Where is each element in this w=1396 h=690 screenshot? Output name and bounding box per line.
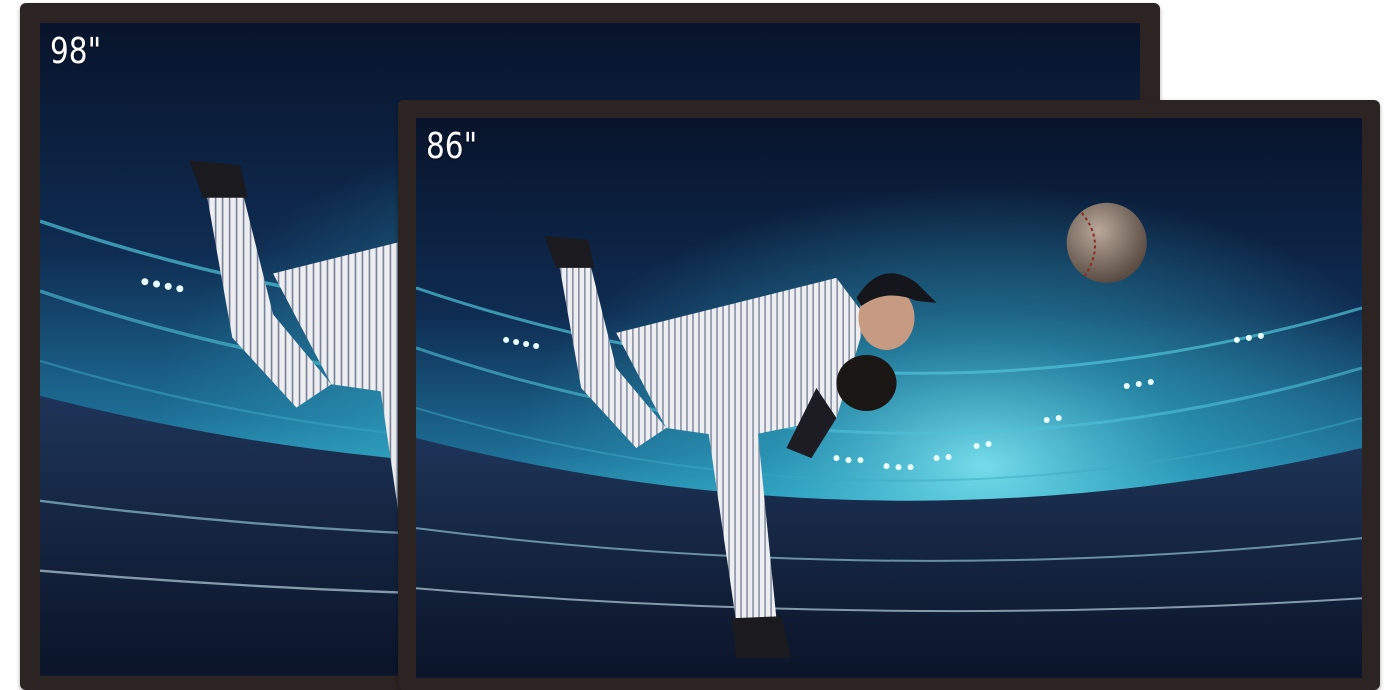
size-label-98: 98" [50, 31, 102, 72]
display-86-inch: 86" [398, 100, 1380, 690]
baseball-pitcher-image [416, 118, 1362, 678]
size-label-86: 86" [426, 126, 478, 167]
screen-86-inch: 86" [416, 118, 1362, 678]
